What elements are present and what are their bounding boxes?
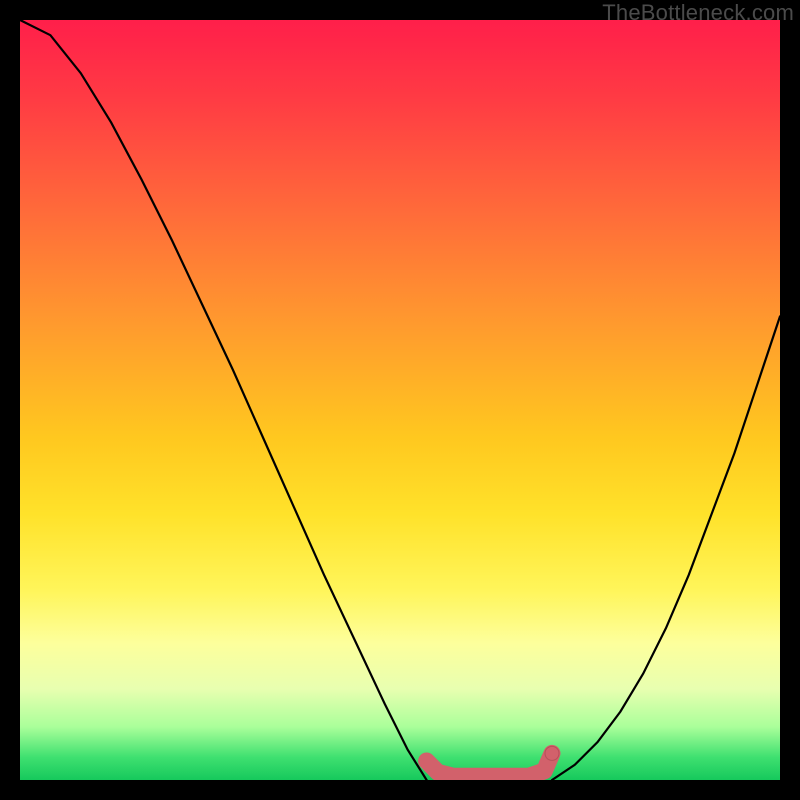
marker-layer [427, 746, 559, 776]
optimal-band-end-dot [545, 746, 559, 760]
series-right-branch [552, 316, 780, 780]
curve-layer [20, 20, 780, 780]
series-left-branch [20, 20, 427, 780]
chart-svg [20, 20, 780, 780]
optimal-band-path [427, 753, 552, 776]
plot-area [20, 20, 780, 780]
chart-frame: TheBottleneck.com [0, 0, 800, 800]
